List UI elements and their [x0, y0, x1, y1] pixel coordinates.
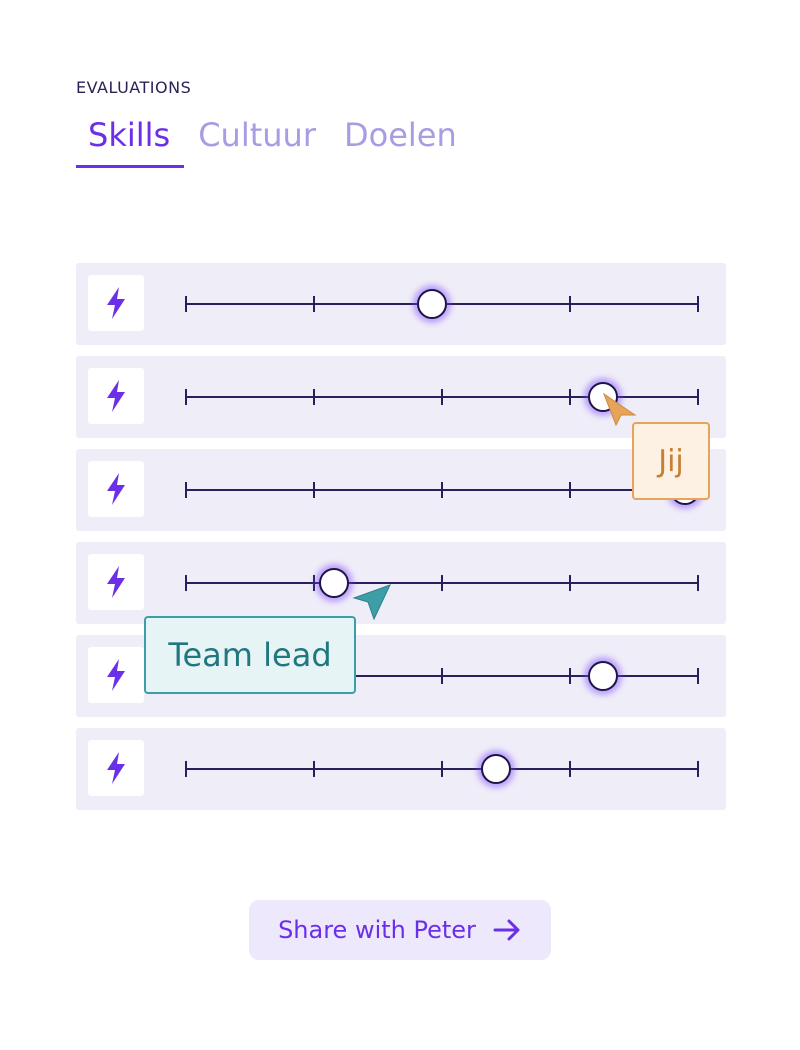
lightning-icon: [107, 659, 125, 691]
tab-cultuur[interactable]: Cultuur: [198, 112, 330, 168]
slider-handle[interactable]: [480, 754, 511, 784]
you-tooltip-label: Jij: [658, 443, 684, 479]
lightning-icon: [107, 287, 125, 319]
share-with-peter-button[interactable]: Share with Peter: [249, 900, 551, 960]
slider-tick: [313, 389, 315, 405]
slider-tick: [313, 575, 315, 591]
slider-handle[interactable]: [319, 568, 350, 598]
slider-track[interactable]: [185, 289, 699, 319]
slider-tick: [441, 575, 443, 591]
team-lead-tooltip: Team lead: [144, 616, 356, 694]
lightning-icon: [107, 380, 125, 412]
slider-tick: [185, 389, 187, 405]
skill-icon-box: [88, 368, 144, 424]
lightning-icon: [107, 473, 125, 505]
you-cursor-icon: [602, 392, 637, 427]
slider-tick: [313, 296, 315, 312]
skill-row: [76, 728, 726, 810]
lightning-icon: [107, 752, 125, 784]
skill-icon-box: [88, 740, 144, 796]
section-label: EVALUATIONS: [76, 78, 192, 97]
slider-tick: [697, 296, 699, 312]
slider-track[interactable]: [185, 568, 699, 598]
share-button-label: Share with Peter: [278, 916, 476, 944]
slider-handle[interactable]: [588, 661, 619, 691]
evaluation-tabs: Skills Cultuur Doelen: [76, 112, 485, 172]
tab-doelen[interactable]: Doelen: [344, 112, 471, 168]
slider-tick: [313, 761, 315, 777]
slider-tick: [697, 575, 699, 591]
slider-tick: [569, 668, 571, 684]
you-tooltip: Jij: [632, 422, 710, 500]
slider-tick: [441, 482, 443, 498]
slider-tick: [697, 761, 699, 777]
skill-icon-box: [88, 461, 144, 517]
skill-icon-box: [88, 647, 144, 703]
slider-tick: [569, 761, 571, 777]
skill-icon-box: [88, 275, 144, 331]
skill-row: [76, 263, 726, 345]
slider-tick: [569, 482, 571, 498]
team-lead-tooltip-label: Team lead: [168, 636, 332, 674]
skill-row: [76, 449, 726, 531]
slider-tick: [185, 575, 187, 591]
slider-tick: [569, 575, 571, 591]
slider-tick: [185, 296, 187, 312]
slider-tick: [569, 389, 571, 405]
slider-tick: [569, 296, 571, 312]
slider-track[interactable]: [185, 754, 699, 784]
arrow-right-icon: [493, 919, 520, 941]
slider-tick: [441, 668, 443, 684]
tab-skills[interactable]: Skills: [76, 112, 185, 168]
slider-tick: [185, 761, 187, 777]
slider-tick: [697, 668, 699, 684]
team-lead-cursor-icon: [352, 584, 391, 621]
slider-track[interactable]: [185, 475, 701, 505]
slider-tick: [441, 761, 443, 777]
skill-row: [76, 542, 726, 624]
slider-tick: [697, 389, 699, 405]
skill-slider-list: [76, 263, 726, 821]
slider-tick: [313, 482, 315, 498]
slider-tick: [185, 482, 187, 498]
slider-handle[interactable]: [416, 289, 447, 319]
lightning-icon: [107, 566, 125, 598]
skill-icon-box: [88, 554, 144, 610]
slider-tick: [441, 389, 443, 405]
